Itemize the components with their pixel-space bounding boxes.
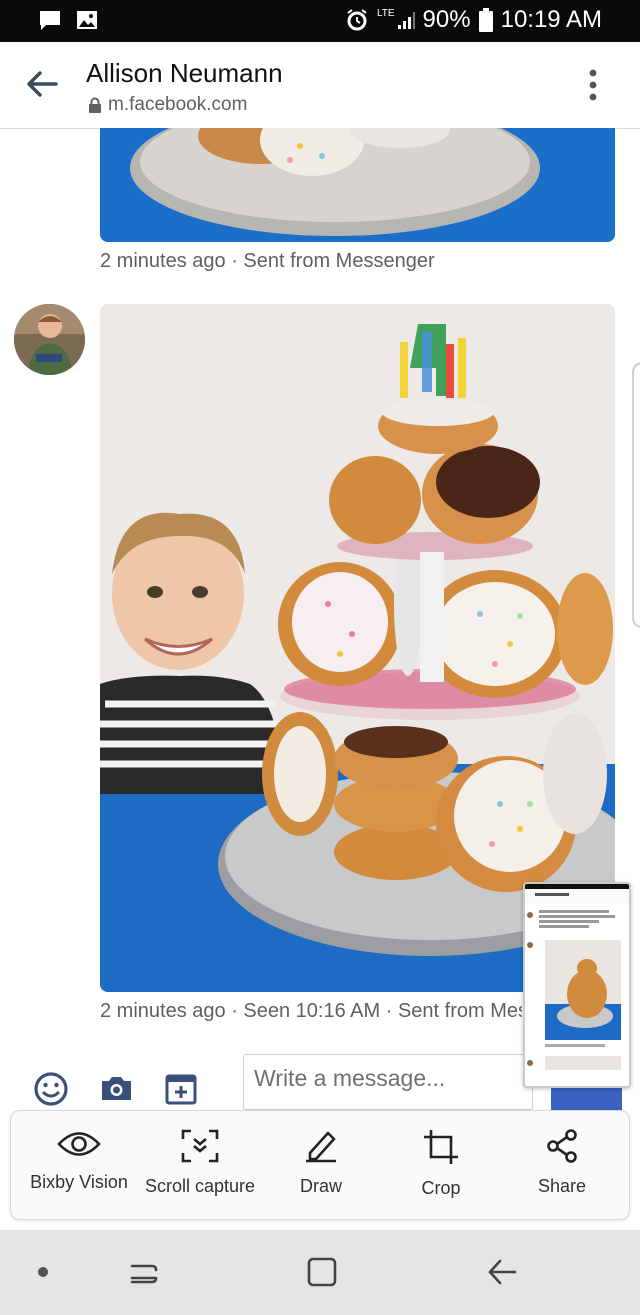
battery-percent: 90%	[422, 6, 471, 33]
sender-avatar-image	[14, 304, 85, 375]
share-icon	[547, 1129, 577, 1163]
camera-icon[interactable]	[100, 1074, 133, 1102]
battery-icon	[478, 8, 493, 32]
network-type: LTE	[376, 8, 395, 19]
url-bar[interactable]: m.facebook.com	[88, 94, 247, 116]
status-bar: LTE 90% 10:19 AM	[0, 0, 640, 42]
browser-header: Allison Neumann m.facebook.com	[0, 42, 640, 129]
scroll-capture-icon	[181, 1129, 219, 1163]
message-meta-2: 2 minutes ago · Seen 10:16 AM · Sent fro…	[100, 1000, 522, 1022]
scroll-capture-label: Scroll capture	[144, 1176, 256, 1196]
edge-panel-handle[interactable]	[632, 362, 640, 628]
dot-indicator-icon[interactable]	[37, 1266, 49, 1278]
pencil-icon	[306, 1131, 336, 1163]
bixby-vision-button[interactable]: Bixby Vision	[19, 1129, 139, 1193]
navigation-bar	[0, 1230, 640, 1315]
screenshot-toolbar: Bixby Vision Scroll capture Draw Crop Sh…	[10, 1110, 630, 1220]
eye-icon	[57, 1132, 101, 1156]
message-photo-1[interactable]	[100, 128, 615, 242]
draw-label: Draw	[299, 1176, 342, 1196]
donut-cake-photo-top	[100, 128, 615, 242]
chat-notification-icon	[40, 11, 60, 30]
avatar[interactable]	[14, 304, 85, 375]
draw-button[interactable]: Draw	[261, 1129, 381, 1197]
emoji-icon[interactable]	[33, 1071, 69, 1107]
screenshot-preview-thumbnail[interactable]	[523, 882, 631, 1088]
screenshot-thumbnail-image	[525, 884, 629, 1086]
signal-icon	[397, 12, 415, 29]
url-text: m.facebook.com	[108, 94, 248, 115]
page-title: Allison Neumann	[86, 58, 283, 88]
image-notification-icon	[77, 11, 97, 29]
lock-icon	[89, 97, 101, 113]
message-input[interactable]: Write a message...	[243, 1054, 533, 1110]
share-button[interactable]: Share	[502, 1129, 622, 1197]
crop-icon	[424, 1130, 458, 1164]
clock: 10:19 AM	[500, 6, 602, 33]
back-nav-icon[interactable]	[486, 1256, 518, 1288]
crop-button[interactable]: Crop	[381, 1129, 501, 1199]
back-arrow-icon[interactable]	[26, 70, 58, 98]
scroll-capture-button[interactable]: Scroll capture	[140, 1129, 260, 1197]
recent-apps-icon[interactable]	[128, 1256, 160, 1288]
crop-label: Crop	[421, 1178, 461, 1198]
alarm-icon	[347, 9, 367, 31]
bixby-vision-label: Bixby Vision	[30, 1172, 128, 1192]
message-meta-1: 2 minutes ago · Sent from Messenger	[100, 250, 435, 272]
share-label: Share	[537, 1176, 587, 1196]
home-button-icon[interactable]	[306, 1256, 338, 1288]
add-attachment-icon[interactable]	[165, 1073, 197, 1105]
more-options-icon[interactable]	[586, 68, 600, 102]
